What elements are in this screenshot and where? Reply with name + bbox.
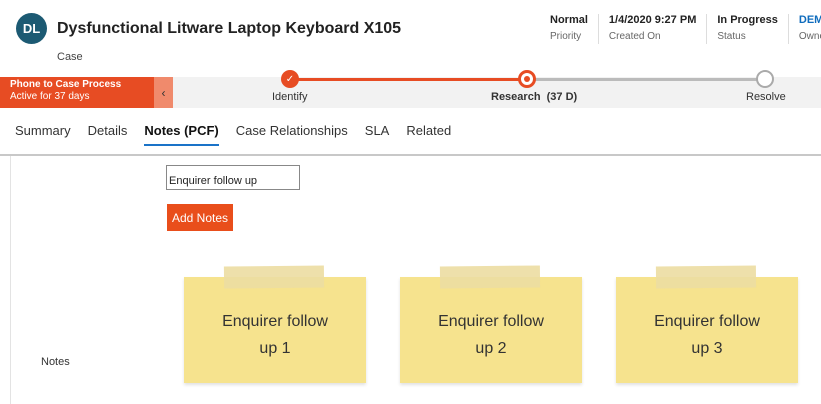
status-value: In Progress	[717, 14, 778, 26]
stage-research[interactable]: Research (37 D)	[491, 91, 577, 103]
pending-progress-line	[528, 78, 765, 81]
created-on-value: 1/4/2020 9:27 PM	[608, 14, 697, 26]
sticky-note[interactable]: Enquirer follow up 1	[184, 265, 366, 383]
active-stage-icon[interactable]	[518, 70, 536, 88]
record-title: Dysfunctional Litware Laptop Keyboard X1…	[57, 20, 402, 37]
collapse-chevron-icon[interactable]: ‹	[154, 77, 173, 108]
notes-field-label: Notes	[41, 356, 70, 368]
sticky-note[interactable]: Enquirer follow up 2	[400, 265, 582, 383]
sticky-note-text: Enquirer follow up 3	[654, 313, 760, 357]
sticky-note-text: Enquirer follow up 1	[222, 313, 328, 357]
owner-label: Owner	[798, 31, 821, 42]
note-text-input[interactable]	[166, 165, 300, 190]
tab-summary[interactable]: Summary	[15, 123, 71, 144]
sticky-note-text: Enquirer follow up 2	[438, 313, 544, 357]
tab-related[interactable]: Related	[406, 123, 451, 144]
entity-type: Case	[57, 51, 83, 63]
status-field: In Progress Status	[706, 14, 788, 44]
pending-stage-icon[interactable]	[756, 70, 774, 88]
priority-field: Normal Priority	[540, 14, 598, 44]
add-notes-button[interactable]: Add Notes	[167, 204, 233, 231]
tab-details[interactable]: Details	[88, 123, 128, 144]
created-on-label: Created On	[608, 31, 661, 42]
priority-value: Normal	[550, 14, 588, 26]
checkmark-icon[interactable]: ✓	[281, 70, 299, 88]
tape-decoration	[439, 265, 541, 289]
tab-bar: Summary Details Notes (PCF) Case Relatio…	[15, 123, 468, 146]
tape-decoration	[655, 265, 757, 289]
created-on-field: 1/4/2020 9:27 PM Created On	[597, 14, 706, 44]
process-name: Phone to Case Process	[10, 79, 122, 90]
header-fields: Normal Priority 1/4/2020 9:27 PM Created…	[540, 14, 821, 44]
completed-progress-line	[290, 78, 528, 81]
stage-resolve[interactable]: Resolve	[746, 91, 786, 103]
owner-link[interactable]: DEMO	[799, 14, 821, 26]
process-duration: Active for 37 days	[10, 91, 90, 102]
avatar: DL	[16, 13, 47, 44]
tab-case-relationships[interactable]: Case Relationships	[236, 123, 348, 144]
sticky-note[interactable]: Enquirer follow up 3	[616, 265, 798, 383]
status-label: Status	[717, 31, 746, 42]
tab-notes-pcf[interactable]: Notes (PCF)	[144, 123, 220, 146]
tab-sla[interactable]: SLA	[365, 123, 390, 144]
priority-label: Priority	[550, 31, 582, 42]
process-flyout-button[interactable]: Phone to Case Process Active for 37 days	[0, 77, 154, 108]
owner-field[interactable]: DEMO Owner	[787, 14, 821, 44]
stage-identify[interactable]: Identify	[272, 91, 307, 103]
record-header: DL Dysfunctional Litware Laptop Keyboard…	[0, 0, 821, 72]
business-process-bar: Phone to Case Process Active for 37 days…	[0, 70, 821, 108]
tape-decoration	[223, 265, 325, 289]
